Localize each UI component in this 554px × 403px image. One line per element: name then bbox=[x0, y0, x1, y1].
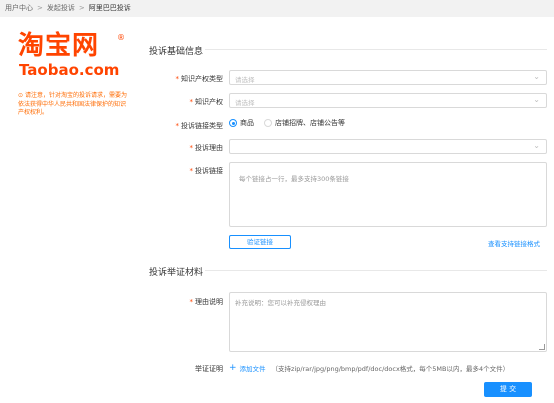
required-mark: * bbox=[189, 167, 194, 175]
required-mark: * bbox=[175, 75, 180, 83]
notice-text: ⊙ 请注意，针对淘宝的投诉请求，需要为依法获得中华人民共和国法律保护的知识产权权… bbox=[18, 92, 130, 118]
supported-formats-link[interactable]: 查看支持链接格式 bbox=[488, 238, 540, 248]
breadcrumb-separator: > bbox=[78, 4, 85, 12]
reason-desc-textarea[interactable]: 补充说明：您可以补充侵权理由 bbox=[229, 292, 547, 352]
reason-desc-placeholder: 补充说明：您可以补充侵权理由 bbox=[235, 299, 326, 307]
section-title-basic: 投诉基础信息 bbox=[149, 47, 204, 57]
required-mark: * bbox=[189, 144, 194, 152]
logo-cn-text: 淘宝网 bbox=[18, 31, 100, 61]
ip-type-placeholder: 请选择 bbox=[235, 76, 255, 84]
breadcrumb-separator: > bbox=[37, 4, 43, 12]
required-mark: * bbox=[189, 298, 194, 306]
chevron-down-icon: ⌄ bbox=[533, 141, 540, 150]
radio-goods[interactable] bbox=[229, 119, 237, 127]
add-file-button[interactable]: 添加文件 bbox=[240, 365, 266, 373]
label-proof: 举证证明 bbox=[195, 365, 223, 373]
logo-registered-mark: ® bbox=[117, 33, 125, 42]
section-divider bbox=[205, 49, 547, 50]
required-mark: * bbox=[189, 98, 194, 106]
chevron-down-icon: ⌄ bbox=[533, 72, 540, 81]
ip-type-select[interactable]: 请选择 ⌄ bbox=[229, 70, 547, 85]
links-textarea[interactable]: 每个链接占一行，最多支持300条链接 bbox=[229, 162, 547, 227]
verify-links-button[interactable]: 验证链接 bbox=[229, 235, 291, 249]
label-ip-type: * 知识产权类型 bbox=[175, 75, 224, 83]
link-type-radio-group: 商品 店铺招牌、店铺公告等 bbox=[229, 118, 355, 132]
ip-select[interactable]: 请选择 ⌄ bbox=[229, 93, 547, 108]
reason-select[interactable]: ⌄ bbox=[229, 139, 547, 154]
label-ip: * 知识产权 bbox=[189, 98, 224, 106]
breadcrumb: 用户中心 > 发起投诉 > 阿里巴巴投诉 bbox=[0, 0, 554, 17]
links-placeholder: 每个链接占一行，最多支持300条链接 bbox=[239, 175, 349, 183]
chevron-down-icon: ⌄ bbox=[533, 95, 540, 104]
section-divider bbox=[205, 270, 547, 271]
plus-icon[interactable]: + bbox=[229, 363, 237, 373]
label-link-type: * 投诉链接类型 bbox=[175, 122, 224, 130]
resize-grip-icon[interactable] bbox=[539, 344, 545, 350]
radio-goods-label[interactable]: 商品 bbox=[240, 118, 254, 128]
info-circle-icon: ⊙ bbox=[18, 92, 25, 99]
upload-row: + 添加文件 （支持zip/rar/jpg/png/bmp/pdf/doc/docx… bbox=[229, 363, 509, 373]
breadcrumb-start-complaint[interactable]: 发起投诉 bbox=[47, 4, 75, 12]
breadcrumb-current: 阿里巴巴投诉 bbox=[88, 4, 131, 12]
upload-hint: （支持zip/rar/jpg/png/bmp/pdf/doc/docx格式，每个… bbox=[271, 365, 510, 373]
label-reason-desc: * 理由说明 bbox=[189, 298, 224, 306]
breadcrumb-user-center[interactable]: 用户中心 bbox=[5, 4, 33, 12]
logo-en-text: Taobao.com bbox=[19, 61, 120, 79]
radio-shop-label[interactable]: 店铺招牌、店铺公告等 bbox=[275, 118, 345, 128]
radio-shop[interactable] bbox=[264, 119, 272, 127]
taobao-logo: 淘宝网 ® Taobao.com bbox=[18, 31, 130, 81]
required-mark: * bbox=[175, 122, 180, 130]
label-reason: * 投诉理由 bbox=[189, 144, 224, 152]
label-links: * 投诉链接 bbox=[189, 167, 224, 175]
notice-body: 请注意，针对淘宝的投诉请求，需要为依法获得中华人民共和国法律保护的知识产权权利。 bbox=[18, 92, 127, 116]
submit-button[interactable]: 提 交 bbox=[484, 382, 532, 397]
ip-placeholder: 请选择 bbox=[235, 99, 255, 107]
section-title-evidence: 投诉举证材料 bbox=[149, 268, 204, 278]
